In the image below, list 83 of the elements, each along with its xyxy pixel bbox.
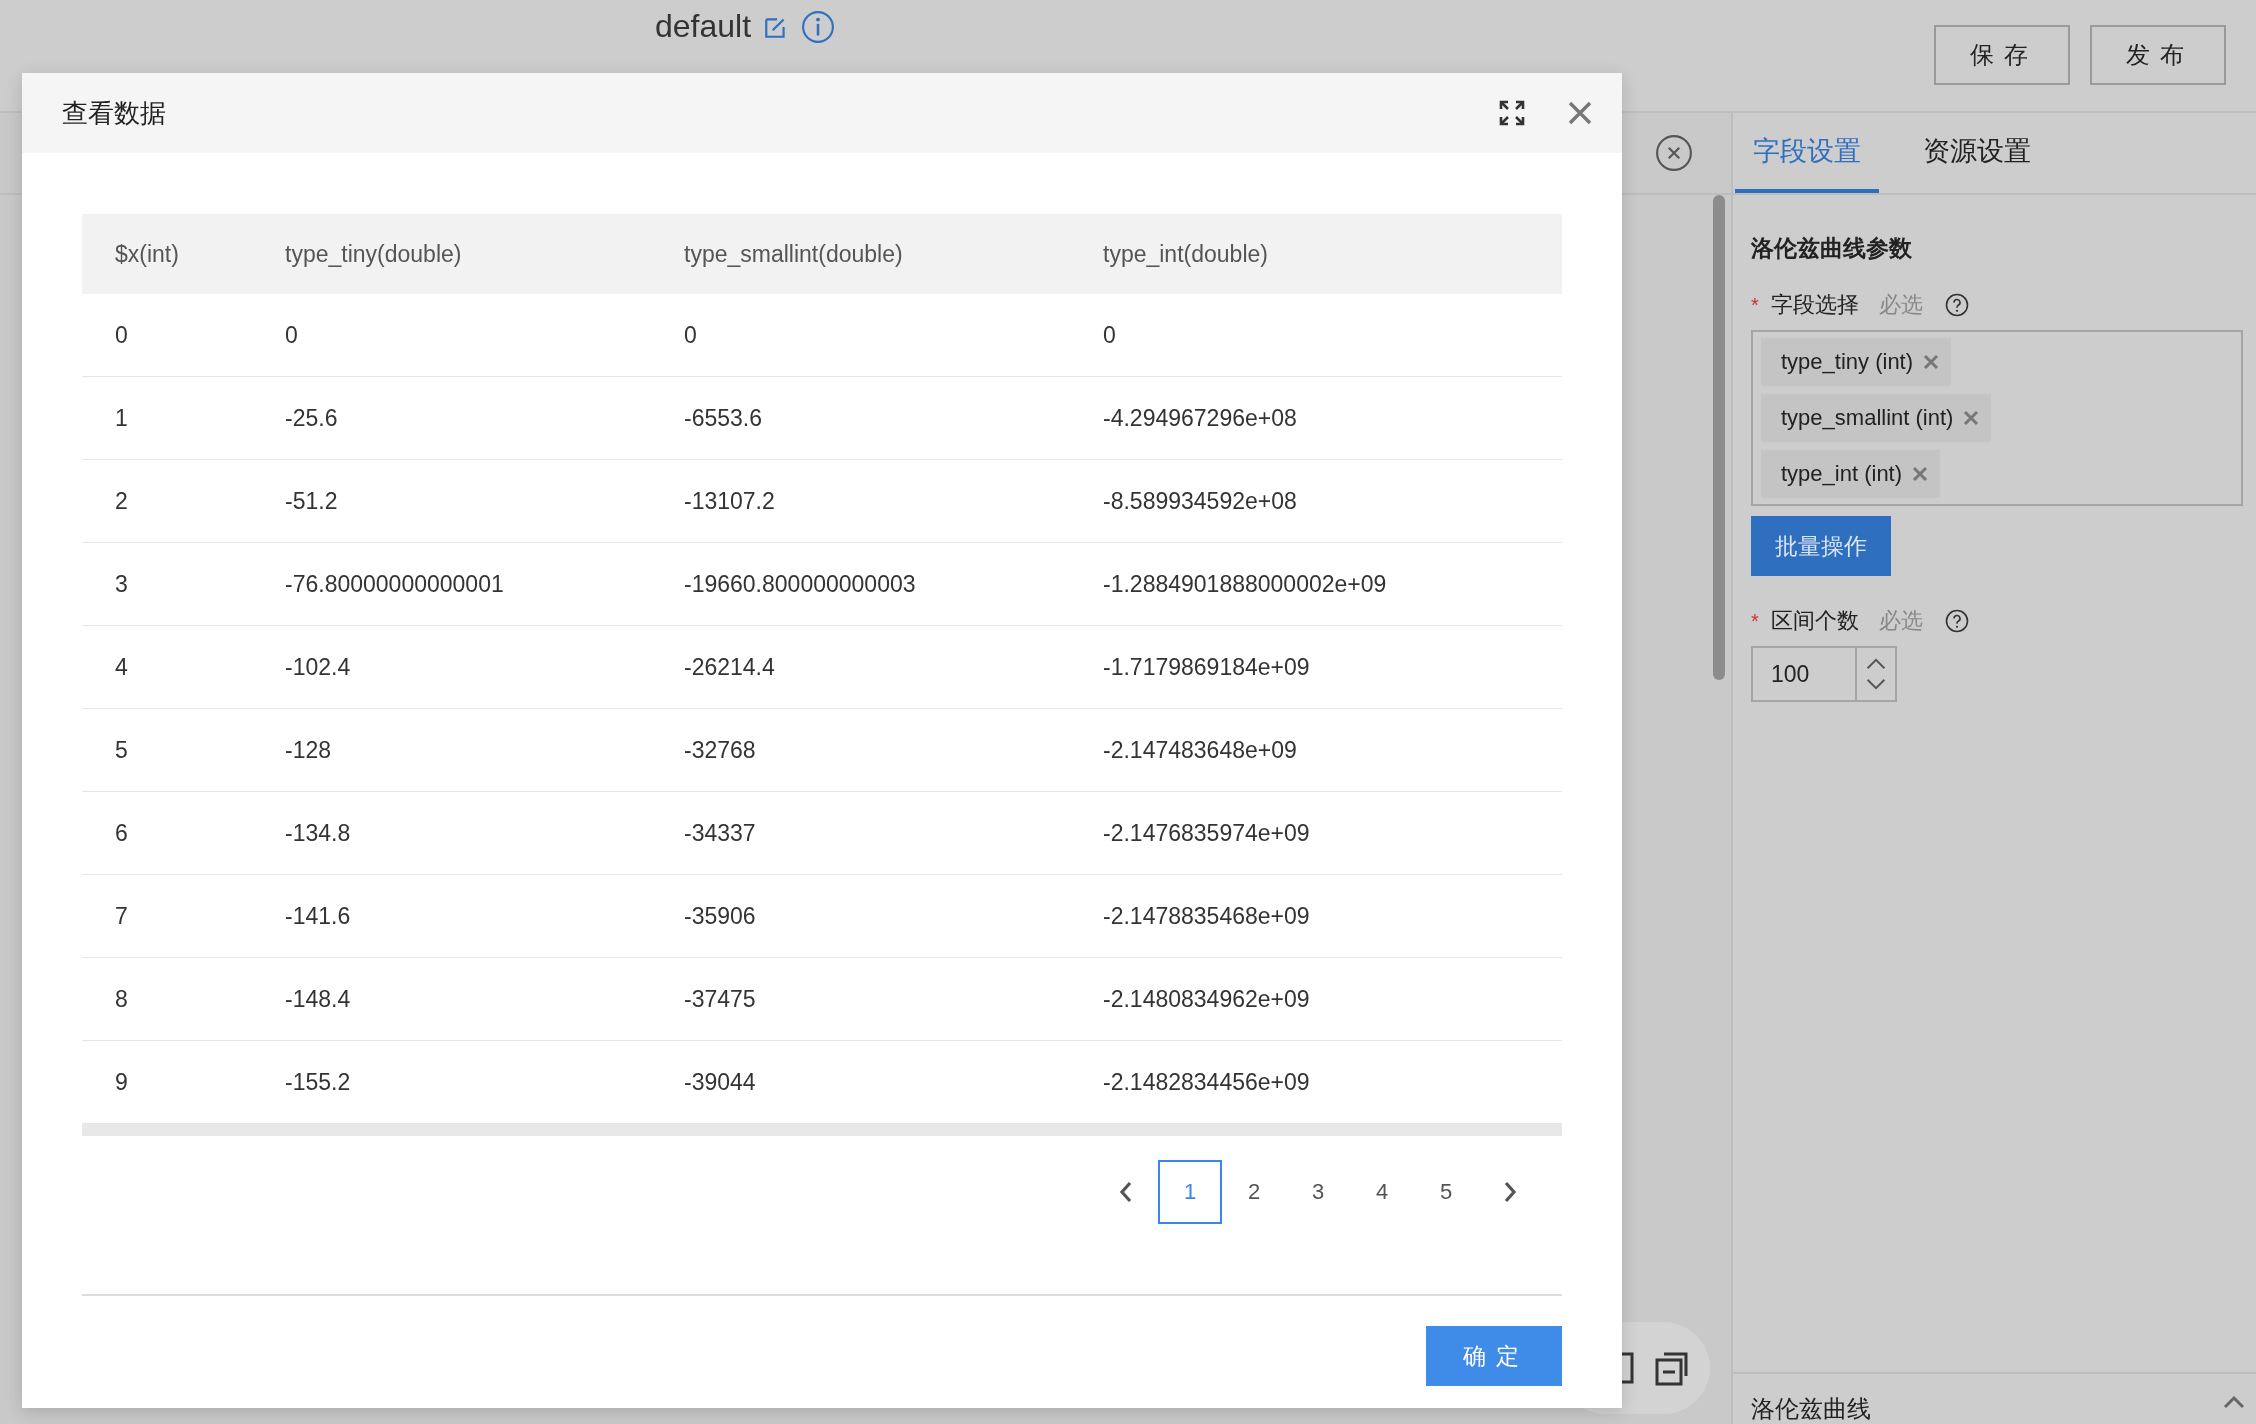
table-cell-text: 6 [114,819,129,847]
table-cell-text: -2.1476835974e+09 [1102,819,1311,847]
table-cell-text: 0 [114,321,129,349]
required-mark: * [1751,609,1759,633]
tag-label: type_smallint (int) [1781,405,1954,431]
table-cell-text: -25.6 [284,404,339,432]
document-title: default [655,8,752,45]
next-page-icon[interactable] [1502,1180,1518,1204]
field-label: 字段选择 [1770,291,1859,319]
tag-label: type_tiny (int) [1781,349,1914,375]
table-cell-text: -128 [284,736,333,764]
table-cell-text: -2.1478835468e+09 [1102,902,1311,930]
previous-page-icon[interactable] [1118,1180,1134,1204]
toolbar-button[interactable]: 保存 [1934,24,2070,85]
tag-select-field[interactable]: type_tiny (int) type_smallint (int) type_int (int) [1751,330,2243,506]
table-cell-text: -1.7179869184e+09 [1102,653,1311,681]
section-header[interactable]: 洛伦兹曲线 [1751,1394,1871,1424]
table-cell-text: -35906 [683,902,757,930]
info-icon[interactable] [801,9,836,44]
table-cell-text: -102.4 [284,653,352,681]
table-cell-text: 2 [114,487,129,515]
page-number[interactable]: 3 [1286,1160,1350,1224]
table-cell-text: -32768 [683,736,757,764]
tag-label: type_int (int) [1781,461,1903,487]
column-header: $x(int) [114,240,180,268]
fullscreen-icon[interactable] [1498,99,1526,127]
help-icon[interactable] [1944,609,1969,633]
table-cell-text: -2.147483648e+09 [1102,736,1298,764]
batch-button[interactable]: 批量操作 [1751,516,1891,576]
table-cell-text: -2.1480834962e+09 [1102,985,1311,1013]
page-number[interactable]: 1 [1158,1160,1222,1224]
field-hint: 必选 [1878,291,1923,319]
field-hint: 必选 [1878,607,1923,635]
modal-title: 查看数据 [62,96,167,130]
table-cell-text: -8.589934592e+08 [1102,487,1298,515]
help-icon[interactable] [1944,293,1969,317]
table-cell-text: 0 [284,321,299,349]
page-number[interactable]: 5 [1414,1160,1478,1224]
table-cell-text: -19660.800000000003 [683,570,917,598]
table-cell-text: 8 [114,985,129,1013]
table-cell-text: -141.6 [284,902,352,930]
column-header: type_int(double) [1102,240,1269,268]
field-label: 区间个数 [1770,607,1859,635]
table-cell-text: -2.1482834456e+09 [1102,1068,1311,1096]
table-cell-text: 1 [114,404,129,432]
column-header: type_smallint(double) [683,240,904,268]
scrollbar[interactable] [1713,195,1725,680]
page-number[interactable]: 2 [1222,1160,1286,1224]
table-cell-text: -1.2884901888000002e+09 [1102,570,1388,598]
number-input[interactable]: 100 [1751,646,1897,702]
table-cell-text: -51.2 [284,487,339,515]
table-cell-text: -26214.4 [683,653,776,681]
section-title: 洛伦兹曲线参数 [1751,234,1913,263]
table-cell-text: -13107.2 [683,487,776,515]
tab[interactable]: 资源设置 [1905,113,2049,193]
table-cell-text: 0 [683,321,698,349]
page-number[interactable]: 4 [1350,1160,1414,1224]
table-cell-text: 3 [114,570,129,598]
table-cell-text: -148.4 [284,985,352,1013]
close-icon[interactable] [1566,99,1594,127]
caret-icon[interactable] [2222,1394,2246,1410]
toolbar-button[interactable]: 发布 [2090,24,2226,85]
close-icon[interactable] [1655,134,1693,172]
table-cell-text: 9 [114,1068,129,1096]
table-cell-text: 5 [114,736,129,764]
column-header: type_tiny(double) [284,240,463,268]
table-cell-text: -76.80000000000001 [284,570,505,598]
remove-icon[interactable] [1963,410,1980,426]
table-cell-text: -37475 [683,985,757,1013]
remove-icon[interactable] [1912,466,1929,482]
table-cell-text: -6553.6 [683,404,763,432]
table-cell-text: -39044 [683,1068,757,1096]
table-cell-text: -34337 [683,819,757,847]
table-cell-text: 4 [114,653,129,681]
table-cell-text: 7 [114,902,129,930]
table-cell-text: 0 [1102,321,1117,349]
table-cell-text: -134.8 [284,819,352,847]
horizontal-scrollbar[interactable] [82,1124,1562,1136]
table-cell-text: -155.2 [284,1068,352,1096]
collapse-window-icon[interactable] [1654,1350,1690,1386]
remove-icon[interactable] [1923,354,1940,370]
table-cell-text: -4.294967296e+08 [1102,404,1298,432]
required-mark: * [1751,293,1759,317]
